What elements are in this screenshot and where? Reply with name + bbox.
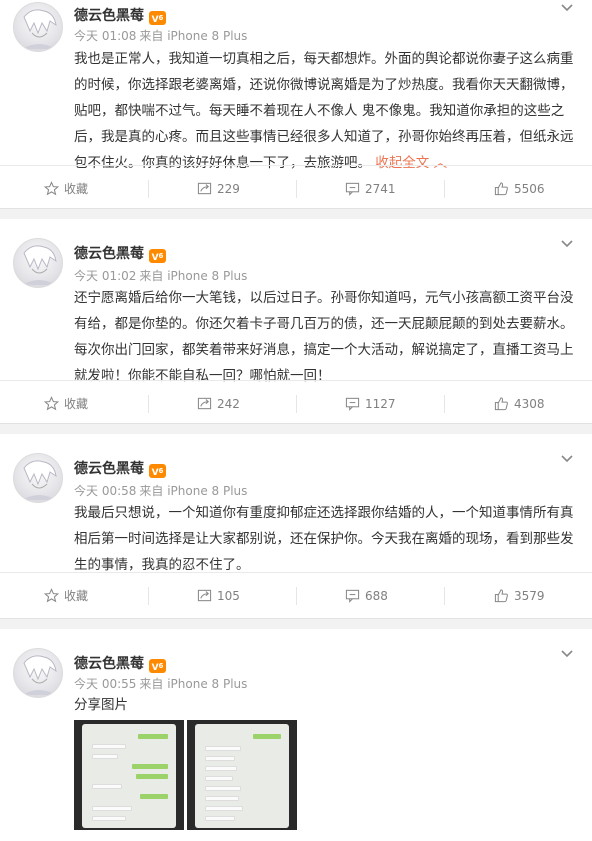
- post-image[interactable]: [187, 720, 297, 830]
- post-separator: [0, 618, 592, 629]
- like-button[interactable]: 3579: [494, 573, 545, 619]
- avatar[interactable]: [13, 453, 63, 503]
- post-time[interactable]: 今天 00:58: [74, 484, 136, 498]
- forward-button[interactable]: 105: [197, 573, 240, 619]
- vip-badge-icon: V6: [149, 11, 166, 25]
- post-separator: [0, 208, 592, 219]
- favorite-button[interactable]: 收藏: [43, 573, 88, 619]
- post-text: 我最后只想说，一个知道你有重度抑郁症还选择跟你结婚的人，一个知道事情所有真相后第…: [74, 505, 574, 573]
- forward-icon: [197, 397, 212, 410]
- username[interactable]: 德云色黑莓 V6: [74, 5, 166, 25]
- star-icon: [43, 588, 60, 603]
- forward-button[interactable]: 229: [197, 166, 240, 212]
- chevron-down-icon[interactable]: [560, 3, 574, 13]
- weibo-post: 德云色黑莓 V6 今天 00:58 来自 iPhone 8 Plus 我最后只想说，…: [0, 434, 592, 618]
- chevron-down-icon[interactable]: [560, 649, 574, 659]
- star-icon: [43, 181, 60, 196]
- weibo-post: 德云色黑莓 V6 今天 01:08 来自 iPhone 8 Plus 我也是正常人，…: [0, 0, 592, 208]
- username[interactable]: 德云色黑莓 V6: [74, 653, 166, 673]
- avatar[interactable]: [13, 238, 63, 288]
- post-time[interactable]: 今天 01:08: [74, 29, 136, 43]
- chat-screenshot: [195, 724, 289, 828]
- post-text: 我也是正常人，我知道一切真相之后，每天都想炸。外面的舆论都说你妻子这么病重的时候…: [74, 51, 574, 171]
- vip-badge-icon: V6: [149, 249, 166, 263]
- post-time[interactable]: 今天 00:55: [74, 677, 136, 691]
- post-source: 来自 iPhone 8 Plus: [139, 484, 248, 498]
- comment-icon: [345, 182, 360, 196]
- comment-button[interactable]: 2741: [345, 166, 396, 212]
- action-bar: 收藏 242 1127 4308: [0, 380, 592, 426]
- username[interactable]: 德云色黑莓 V6: [74, 458, 166, 478]
- post-separator: [0, 423, 592, 434]
- post-time[interactable]: 今天 01:02: [74, 269, 136, 283]
- post-image[interactable]: [74, 720, 184, 830]
- favorite-button[interactable]: 收藏: [43, 381, 88, 427]
- avatar[interactable]: [13, 648, 63, 698]
- avatar[interactable]: [13, 2, 63, 52]
- post-text: 还宁愿离婚后给你一大笔钱，以后过日子。孙哥你知道吗，元气小孩高额工资平台没有给，…: [74, 290, 574, 384]
- comment-icon: [345, 397, 360, 411]
- comment-button[interactable]: 1127: [345, 381, 396, 427]
- like-button[interactable]: 4308: [494, 381, 545, 427]
- post-meta: 今天 01:08 来自 iPhone 8 Plus: [74, 27, 247, 44]
- forward-icon: [197, 589, 212, 602]
- chevron-down-icon[interactable]: [560, 239, 574, 249]
- action-bar: 收藏 229 2741 5506: [0, 165, 592, 211]
- post-meta: 今天 00:58 来自 iPhone 8 Plus: [74, 482, 247, 499]
- post-meta: 今天 00:55 来自 iPhone 8 Plus: [74, 675, 247, 692]
- chat-screenshot: [82, 724, 176, 828]
- username[interactable]: 德云色黑莓 V6: [74, 243, 166, 263]
- vip-badge-icon: V6: [149, 464, 166, 478]
- post-source: 来自 iPhone 8 Plus: [139, 29, 248, 43]
- chevron-down-icon[interactable]: [560, 454, 574, 464]
- comment-button[interactable]: 688: [345, 573, 388, 619]
- thumbs-up-icon: [494, 397, 508, 411]
- thumbs-up-icon: [494, 182, 508, 196]
- like-button[interactable]: 5506: [494, 166, 545, 212]
- weibo-post: 德云色黑莓 V6 今天 01:02 来自 iPhone 8 Plus 还宁愿离婚后给…: [0, 219, 592, 423]
- post-meta: 今天 01:02 来自 iPhone 8 Plus: [74, 267, 247, 284]
- forward-icon: [197, 182, 212, 195]
- thumbs-up-icon: [494, 589, 508, 603]
- forward-button[interactable]: 242: [197, 381, 240, 427]
- star-icon: [43, 396, 60, 411]
- post-text: 分享图片: [74, 697, 128, 713]
- comment-icon: [345, 589, 360, 603]
- post-source: 来自 iPhone 8 Plus: [139, 677, 248, 691]
- vip-badge-icon: V6: [149, 659, 166, 673]
- post-source: 来自 iPhone 8 Plus: [139, 269, 248, 283]
- action-bar: 收藏 105 688 3579: [0, 572, 592, 618]
- favorite-button[interactable]: 收藏: [43, 166, 88, 212]
